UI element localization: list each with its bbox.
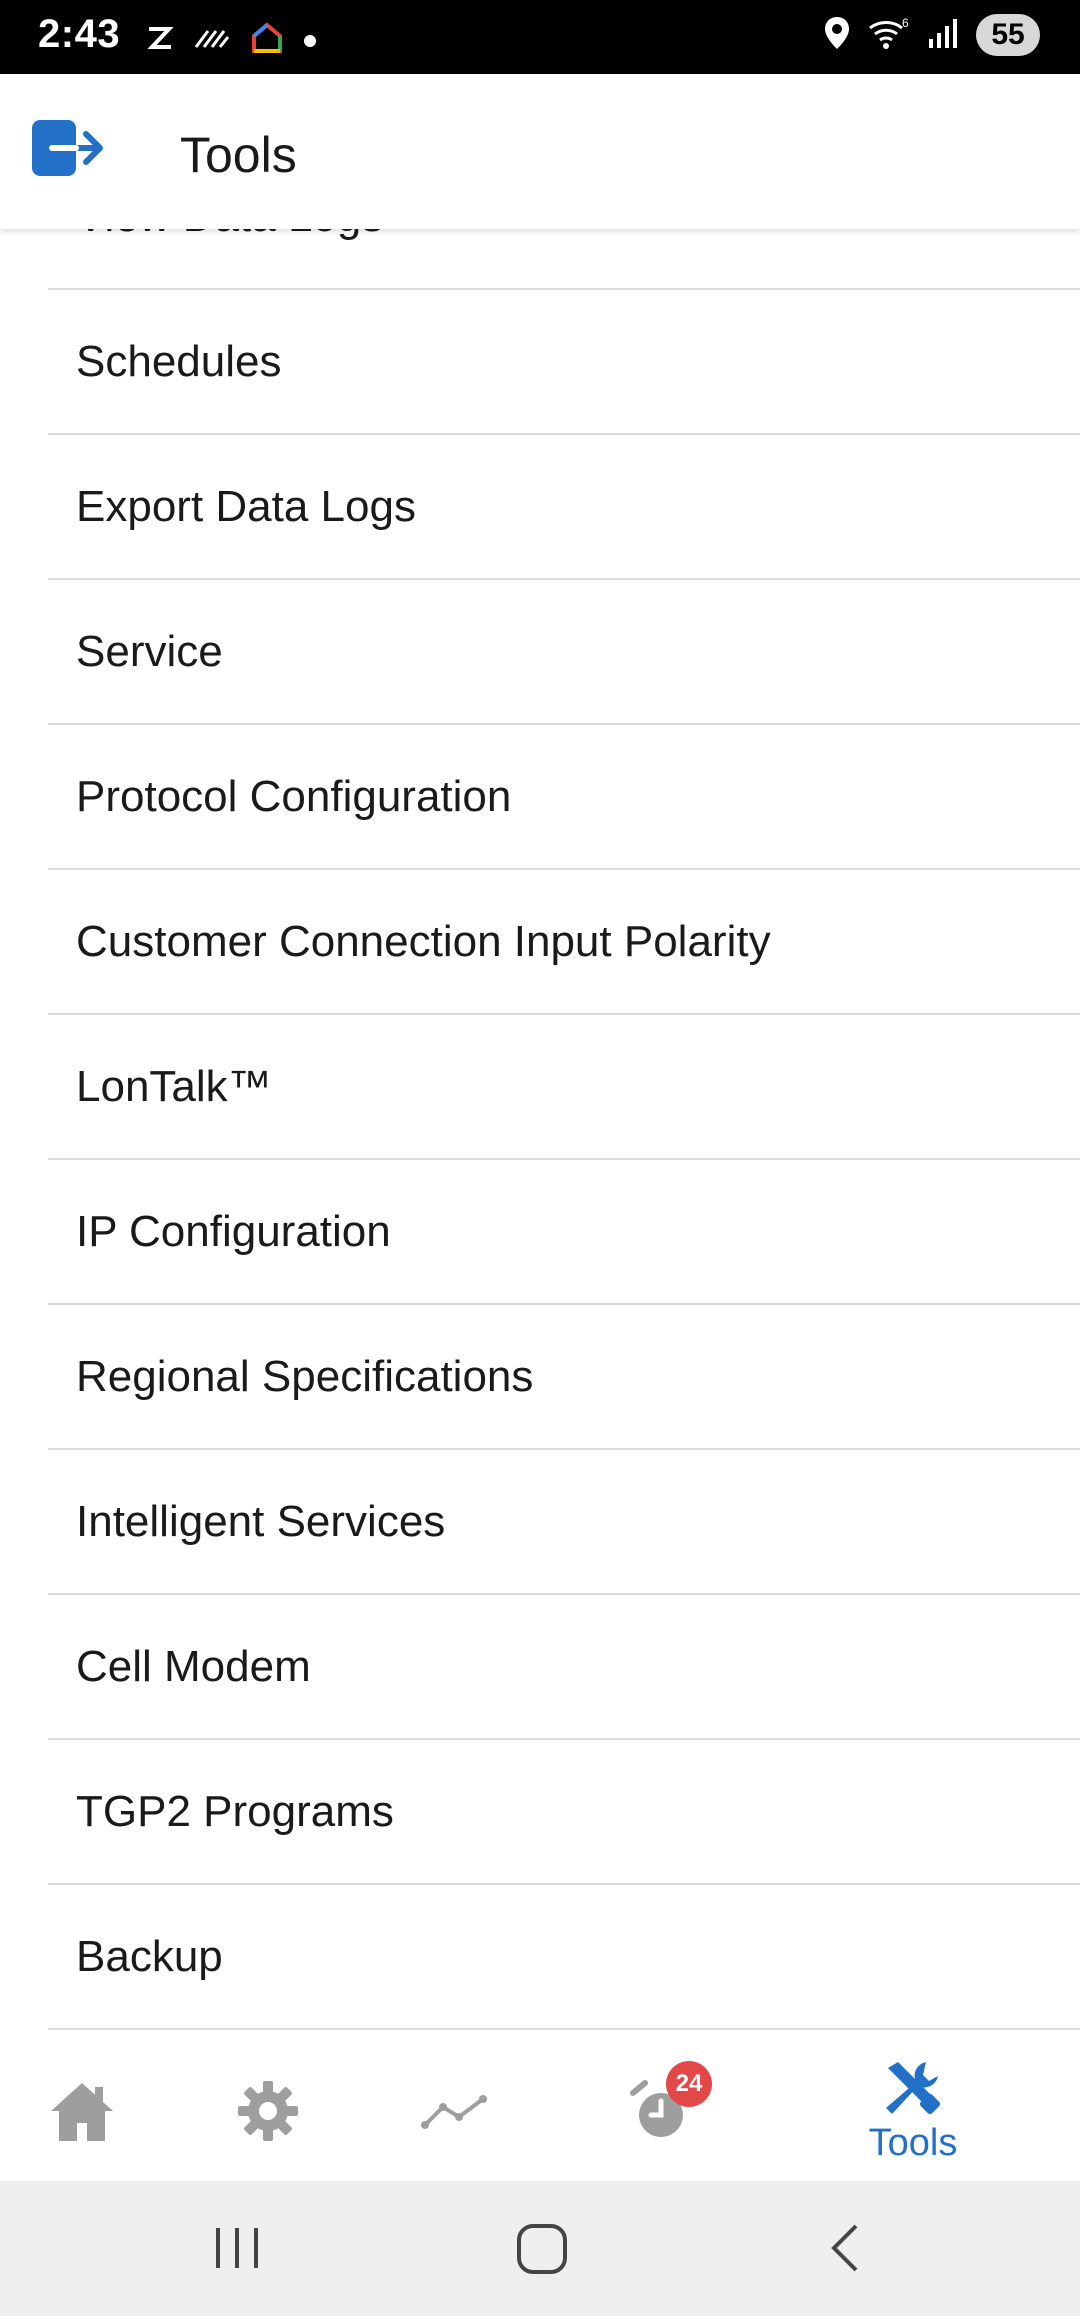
status-notification-icons	[146, 22, 316, 59]
menu-item-label: Backup	[76, 1931, 223, 1981]
wifi-6-icon: 6	[868, 16, 910, 55]
menu-item-label: IP Configuration	[76, 1206, 391, 1256]
menu-item-label: Intelligent Services	[76, 1496, 446, 1546]
nav-settings[interactable]	[228, 2041, 308, 2181]
back-icon[interactable]	[822, 2216, 866, 2285]
bottom-navigation: 24 Tools	[0, 2041, 1080, 2181]
tools-icon	[878, 2058, 948, 2118]
menu-item-regional-specifications[interactable]: Regional Specifications	[48, 1305, 1080, 1450]
menu-item-label: View Data Logs	[76, 229, 383, 242]
menu-item-service[interactable]: Service	[48, 580, 1080, 725]
nav-trends[interactable]	[418, 2041, 490, 2181]
system-navigation-bar	[0, 2181, 1080, 2316]
status-system-icons: 6 55	[824, 14, 1040, 56]
menu-item-protocol-configuration[interactable]: Protocol Configuration	[48, 725, 1080, 870]
nav-home[interactable]	[38, 2041, 126, 2181]
battery-indicator: 55	[976, 14, 1040, 56]
menu-item-label: Service	[76, 626, 223, 676]
menu-item-view-data-logs[interactable]: View Data Logs	[48, 229, 1080, 290]
logout-icon	[32, 120, 103, 176]
home-button-icon[interactable]	[514, 2216, 570, 2285]
menu-item-intelligent-services[interactable]: Intelligent Services	[48, 1450, 1080, 1595]
z-notification-icon	[146, 25, 174, 56]
menu-item-ip-configuration[interactable]: IP Configuration	[48, 1160, 1080, 1305]
menu-item-tgp2-programs[interactable]: TGP2 Programs	[48, 1740, 1080, 1885]
signal-icon	[928, 17, 958, 54]
menu-item-backup[interactable]: Backup	[48, 1885, 1080, 2030]
status-bar: 2:43 6 55	[0, 0, 1080, 74]
menu-item-label: Schedules	[76, 336, 282, 386]
menu-item-label: LonTalk™	[76, 1061, 272, 1111]
nav-tools-label: Tools	[868, 2121, 958, 2164]
menu-item-label: Protocol Configuration	[76, 771, 512, 821]
menu-item-label: Cell Modem	[76, 1641, 311, 1691]
menu-item-customer-connection-input-polarity[interactable]: Customer Connection Input Polarity	[48, 870, 1080, 1015]
home-app-icon	[250, 22, 284, 59]
menu-item-label: Customer Connection Input Polarity	[76, 916, 771, 966]
menu-item-cell-modem[interactable]: Cell Modem	[48, 1595, 1080, 1740]
gear-icon	[236, 2079, 300, 2143]
location-icon	[824, 16, 850, 55]
alarm-count-badge: 24	[666, 2061, 712, 2107]
nav-tools[interactable]: Tools	[858, 2041, 968, 2181]
svg-text:6: 6	[902, 16, 909, 30]
menu-item-schedules[interactable]: Schedules	[48, 290, 1080, 435]
tools-menu-list[interactable]: View Data Logs Schedules Export Data Log…	[0, 229, 1080, 2041]
menu-item-lontalk[interactable]: LonTalk™	[48, 1015, 1080, 1160]
striped-notification-icon	[194, 25, 230, 56]
trend-icon	[419, 2091, 489, 2131]
home-icon	[49, 2079, 115, 2143]
status-time: 2:43	[38, 12, 121, 56]
recent-apps-icon[interactable]	[212, 2216, 262, 2285]
page-title: Tools	[180, 127, 297, 183]
app-bar: Tools	[0, 74, 1080, 229]
dot-icon	[304, 34, 316, 47]
menu-item-label: Regional Specifications	[76, 1351, 534, 1401]
logout-button[interactable]	[30, 116, 106, 182]
menu-item-label: Export Data Logs	[76, 481, 416, 531]
menu-item-export-data-logs[interactable]: Export Data Logs	[48, 435, 1080, 580]
menu-item-label: TGP2 Programs	[76, 1786, 394, 1836]
nav-alarms[interactable]: 24	[606, 2041, 716, 2181]
